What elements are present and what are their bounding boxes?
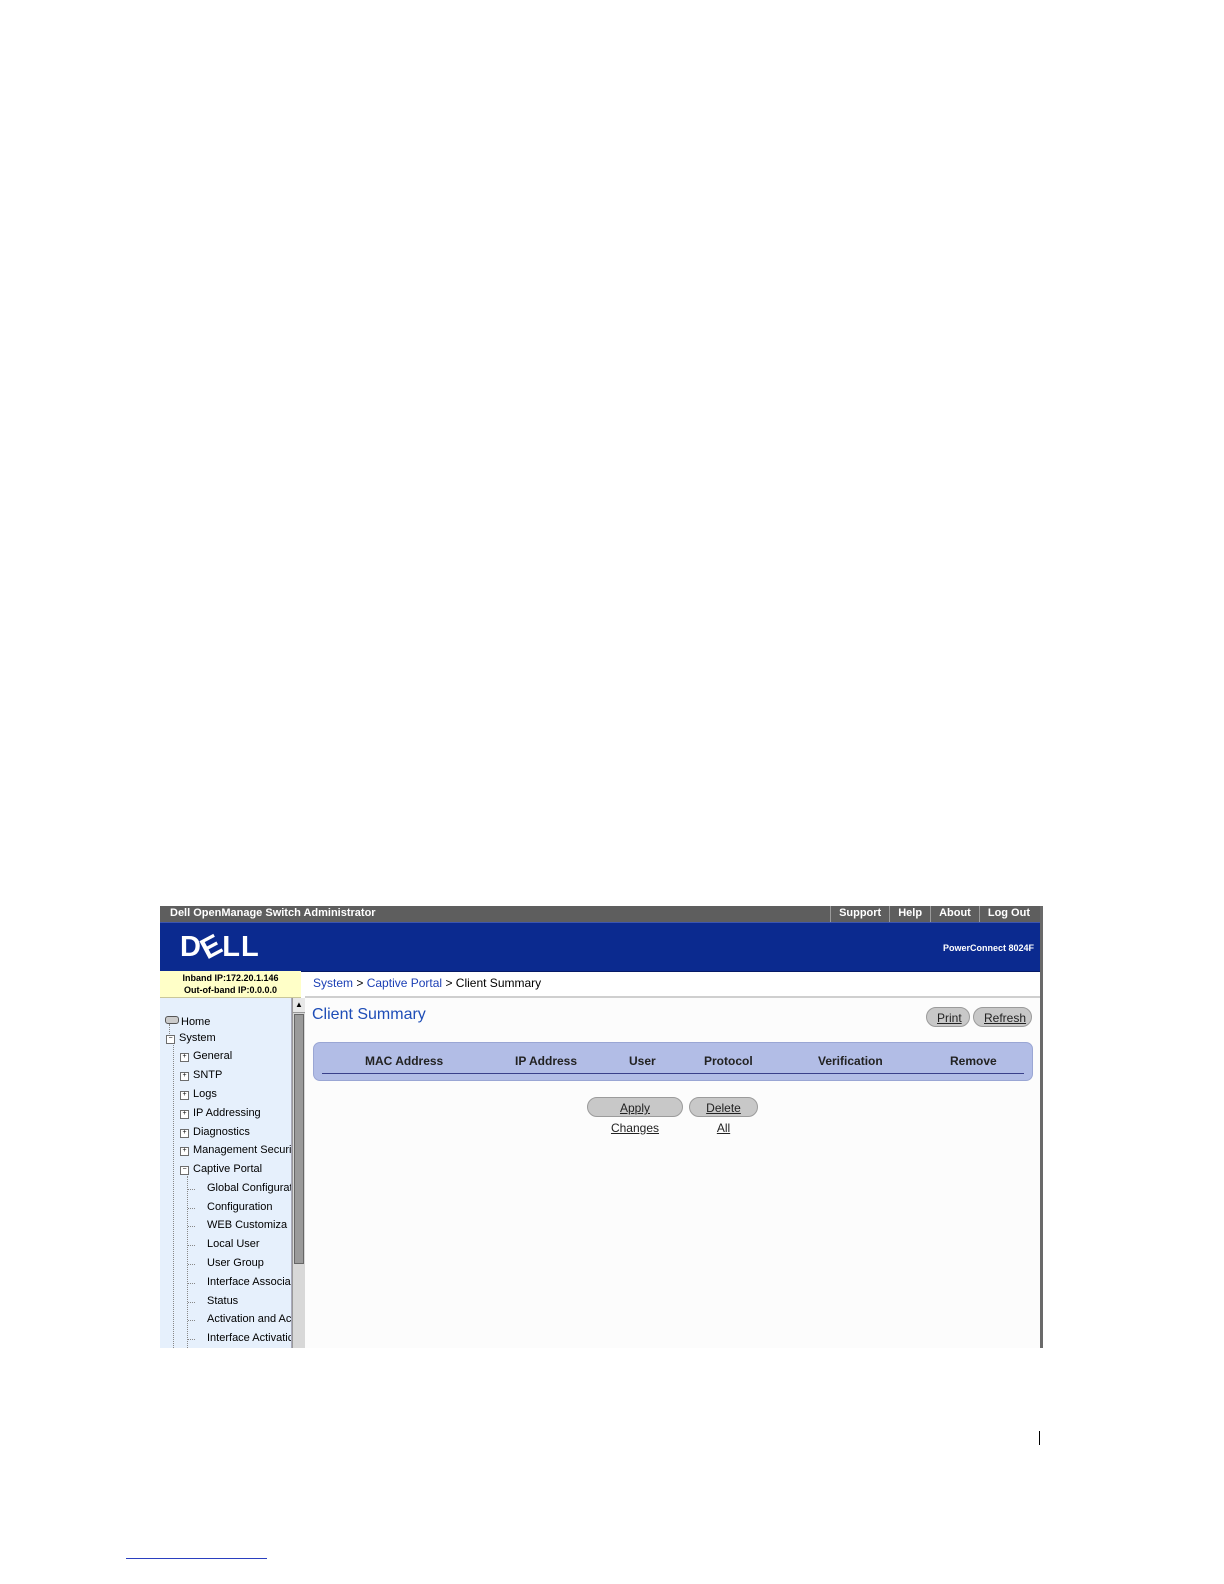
column-header-user: User <box>629 1054 656 1068</box>
support-link[interactable]: Support <box>830 906 889 922</box>
scroll-up-icon[interactable]: ▲ <box>293 998 305 1013</box>
tree-label: WEB Customiza <box>207 1219 288 1231</box>
inband-ip: Inband IP:172.20.1.146 <box>182 973 279 983</box>
expand-icon[interactable]: + <box>180 1110 189 1119</box>
page-edge-mark <box>1039 1431 1040 1445</box>
title-bar: Dell OpenManage Switch Administrator Sup… <box>160 906 1040 922</box>
tree-item-diagnostics[interactable]: + Diagnostics <box>180 1126 250 1138</box>
tree-item-configuration[interactable]: Configuration <box>207 1201 291 1213</box>
tree-label: Management Securi <box>193 1144 291 1156</box>
logout-link[interactable]: Log Out <box>978 906 1040 922</box>
tree-label: Interface Activatic <box>207 1332 291 1344</box>
help-link[interactable]: Help <box>889 906 930 922</box>
tree-item-home[interactable]: Home <box>165 1016 210 1028</box>
dell-logo: DELL <box>180 928 260 966</box>
breadcrumb-trail: System > Captive Portal > Client Summary <box>313 976 541 990</box>
column-header-mac-address: MAC Address <box>365 1054 444 1068</box>
tree-branch <box>188 1283 195 1284</box>
tree-label: Logs <box>193 1088 217 1100</box>
refresh-button[interactable]: Refresh <box>973 1007 1032 1027</box>
tree-item-global-configuration[interactable]: Global Configurat <box>207 1182 291 1194</box>
table-divider <box>322 1073 1024 1074</box>
tree-label: IP Addressing <box>193 1107 261 1119</box>
print-button[interactable]: Print <box>926 1007 970 1027</box>
tree-label: General <box>193 1050 233 1062</box>
tree-branch <box>188 1320 195 1321</box>
tree-branch <box>188 1226 195 1227</box>
tree-label: Captive Portal <box>193 1163 263 1175</box>
scrollbar-thumb[interactable] <box>294 1014 304 1264</box>
tree-label: Activation and Ac <box>207 1313 291 1325</box>
tree-branch <box>188 1245 195 1246</box>
tree-item-local-user[interactable]: Local User <box>207 1238 291 1250</box>
column-header-ip-address: IP Address <box>515 1054 578 1068</box>
tree-label-home: Home <box>181 1016 211 1028</box>
tree-item-activation[interactable]: Activation and Ac <box>207 1313 291 1325</box>
apply-changes-button[interactable]: Apply Changes <box>587 1097 683 1135</box>
column-header-verification: Verification <box>818 1054 883 1068</box>
tree-item-user-group[interactable]: User Group <box>207 1257 291 1269</box>
tree-item-interface-association[interactable]: Interface Associa <box>207 1276 291 1288</box>
expand-icon[interactable]: + <box>180 1053 189 1062</box>
tree-line <box>173 1036 174 1348</box>
tree-item-management-security[interactable]: + Management Securi <box>180 1144 291 1156</box>
footer-rule <box>126 1558 267 1559</box>
model-name: PowerConnect 8024F <box>942 943 1034 953</box>
tree-line <box>187 1176 188 1348</box>
collapse-icon[interactable]: − <box>180 1166 189 1175</box>
column-header-remove: Remove <box>950 1054 997 1068</box>
tree-item-web-customization[interactable]: WEB Customiza <box>207 1219 291 1231</box>
main-content: Client Summary Print Refresh MAC Address… <box>305 998 1040 1348</box>
page-title: Client Summary <box>312 1006 426 1023</box>
tree-label: SNTP <box>193 1069 223 1081</box>
tree-label: Global Configurat <box>207 1182 291 1194</box>
delete-all-button[interactable]: Delete All <box>689 1097 758 1135</box>
expand-icon[interactable]: + <box>180 1091 189 1100</box>
app-title: Dell OpenManage Switch Administrator <box>170 907 376 919</box>
top-nav: Support Help About Log Out <box>830 906 1040 922</box>
home-icon <box>165 1016 179 1024</box>
ip-info-box: Inband IP:172.20.1.146 Out-of-band IP:0.… <box>160 971 301 998</box>
tree-branch <box>188 1264 195 1265</box>
breadcrumb-captive-portal[interactable]: Captive Portal <box>367 976 442 990</box>
tree-label: Diagnostics <box>193 1126 250 1138</box>
tree-item-interface-activation[interactable]: Interface Activatic <box>207 1332 291 1344</box>
tree-branch <box>188 1302 195 1303</box>
tree-label-system: System <box>179 1032 216 1044</box>
tree-item-ip-addressing[interactable]: + IP Addressing <box>180 1107 261 1119</box>
collapse-icon[interactable]: − <box>166 1035 175 1044</box>
sidebar-scrollbar[interactable]: ▲ <box>292 998 305 1348</box>
client-table: MAC Address IP Address User Protocol Ver… <box>313 1042 1033 1081</box>
tree-label: Status <box>207 1295 239 1307</box>
tree-item-sntp[interactable]: + SNTP <box>180 1069 222 1081</box>
tree-item-general[interactable]: + General <box>180 1050 232 1062</box>
breadcrumb-separator: > <box>445 976 453 990</box>
expand-icon[interactable]: + <box>180 1147 189 1156</box>
expand-icon[interactable]: + <box>180 1072 189 1081</box>
out-of-band-ip: Out-of-band IP:0.0.0.0 <box>183 985 277 995</box>
navigation-tree: Home − System + General + SNTP + Logs + IP Ad… <box>160 998 292 1348</box>
tree-branch <box>188 1339 195 1340</box>
tree-item-captive-portal[interactable]: − Captive Portal <box>180 1163 262 1175</box>
column-header-protocol: Protocol <box>704 1054 753 1068</box>
tree-label: Interface Associa <box>207 1276 291 1288</box>
browser-window-screenshot: Dell OpenManage Switch Administrator Sup… <box>160 906 1043 1348</box>
tree-label: Local User <box>207 1238 260 1250</box>
breadcrumb-separator: > <box>356 976 364 990</box>
tree-item-system[interactable]: − System <box>166 1032 216 1044</box>
tree-item-logs[interactable]: + Logs <box>180 1088 217 1100</box>
tree-label: User Group <box>207 1257 264 1269</box>
breadcrumb: System > Captive Portal > Client Summary <box>305 972 1040 998</box>
about-link[interactable]: About <box>930 906 979 922</box>
breadcrumb-current: Client Summary <box>455 976 542 990</box>
tree-branch <box>188 1208 195 1209</box>
tree-label: Configuration <box>207 1201 273 1213</box>
tree-branch <box>188 1189 195 1190</box>
breadcrumb-system[interactable]: System <box>313 976 353 990</box>
header-band: DELL PowerConnect 8024F <box>160 922 1040 972</box>
expand-icon[interactable]: + <box>180 1129 189 1138</box>
tree-item-status[interactable]: Status <box>207 1295 291 1307</box>
